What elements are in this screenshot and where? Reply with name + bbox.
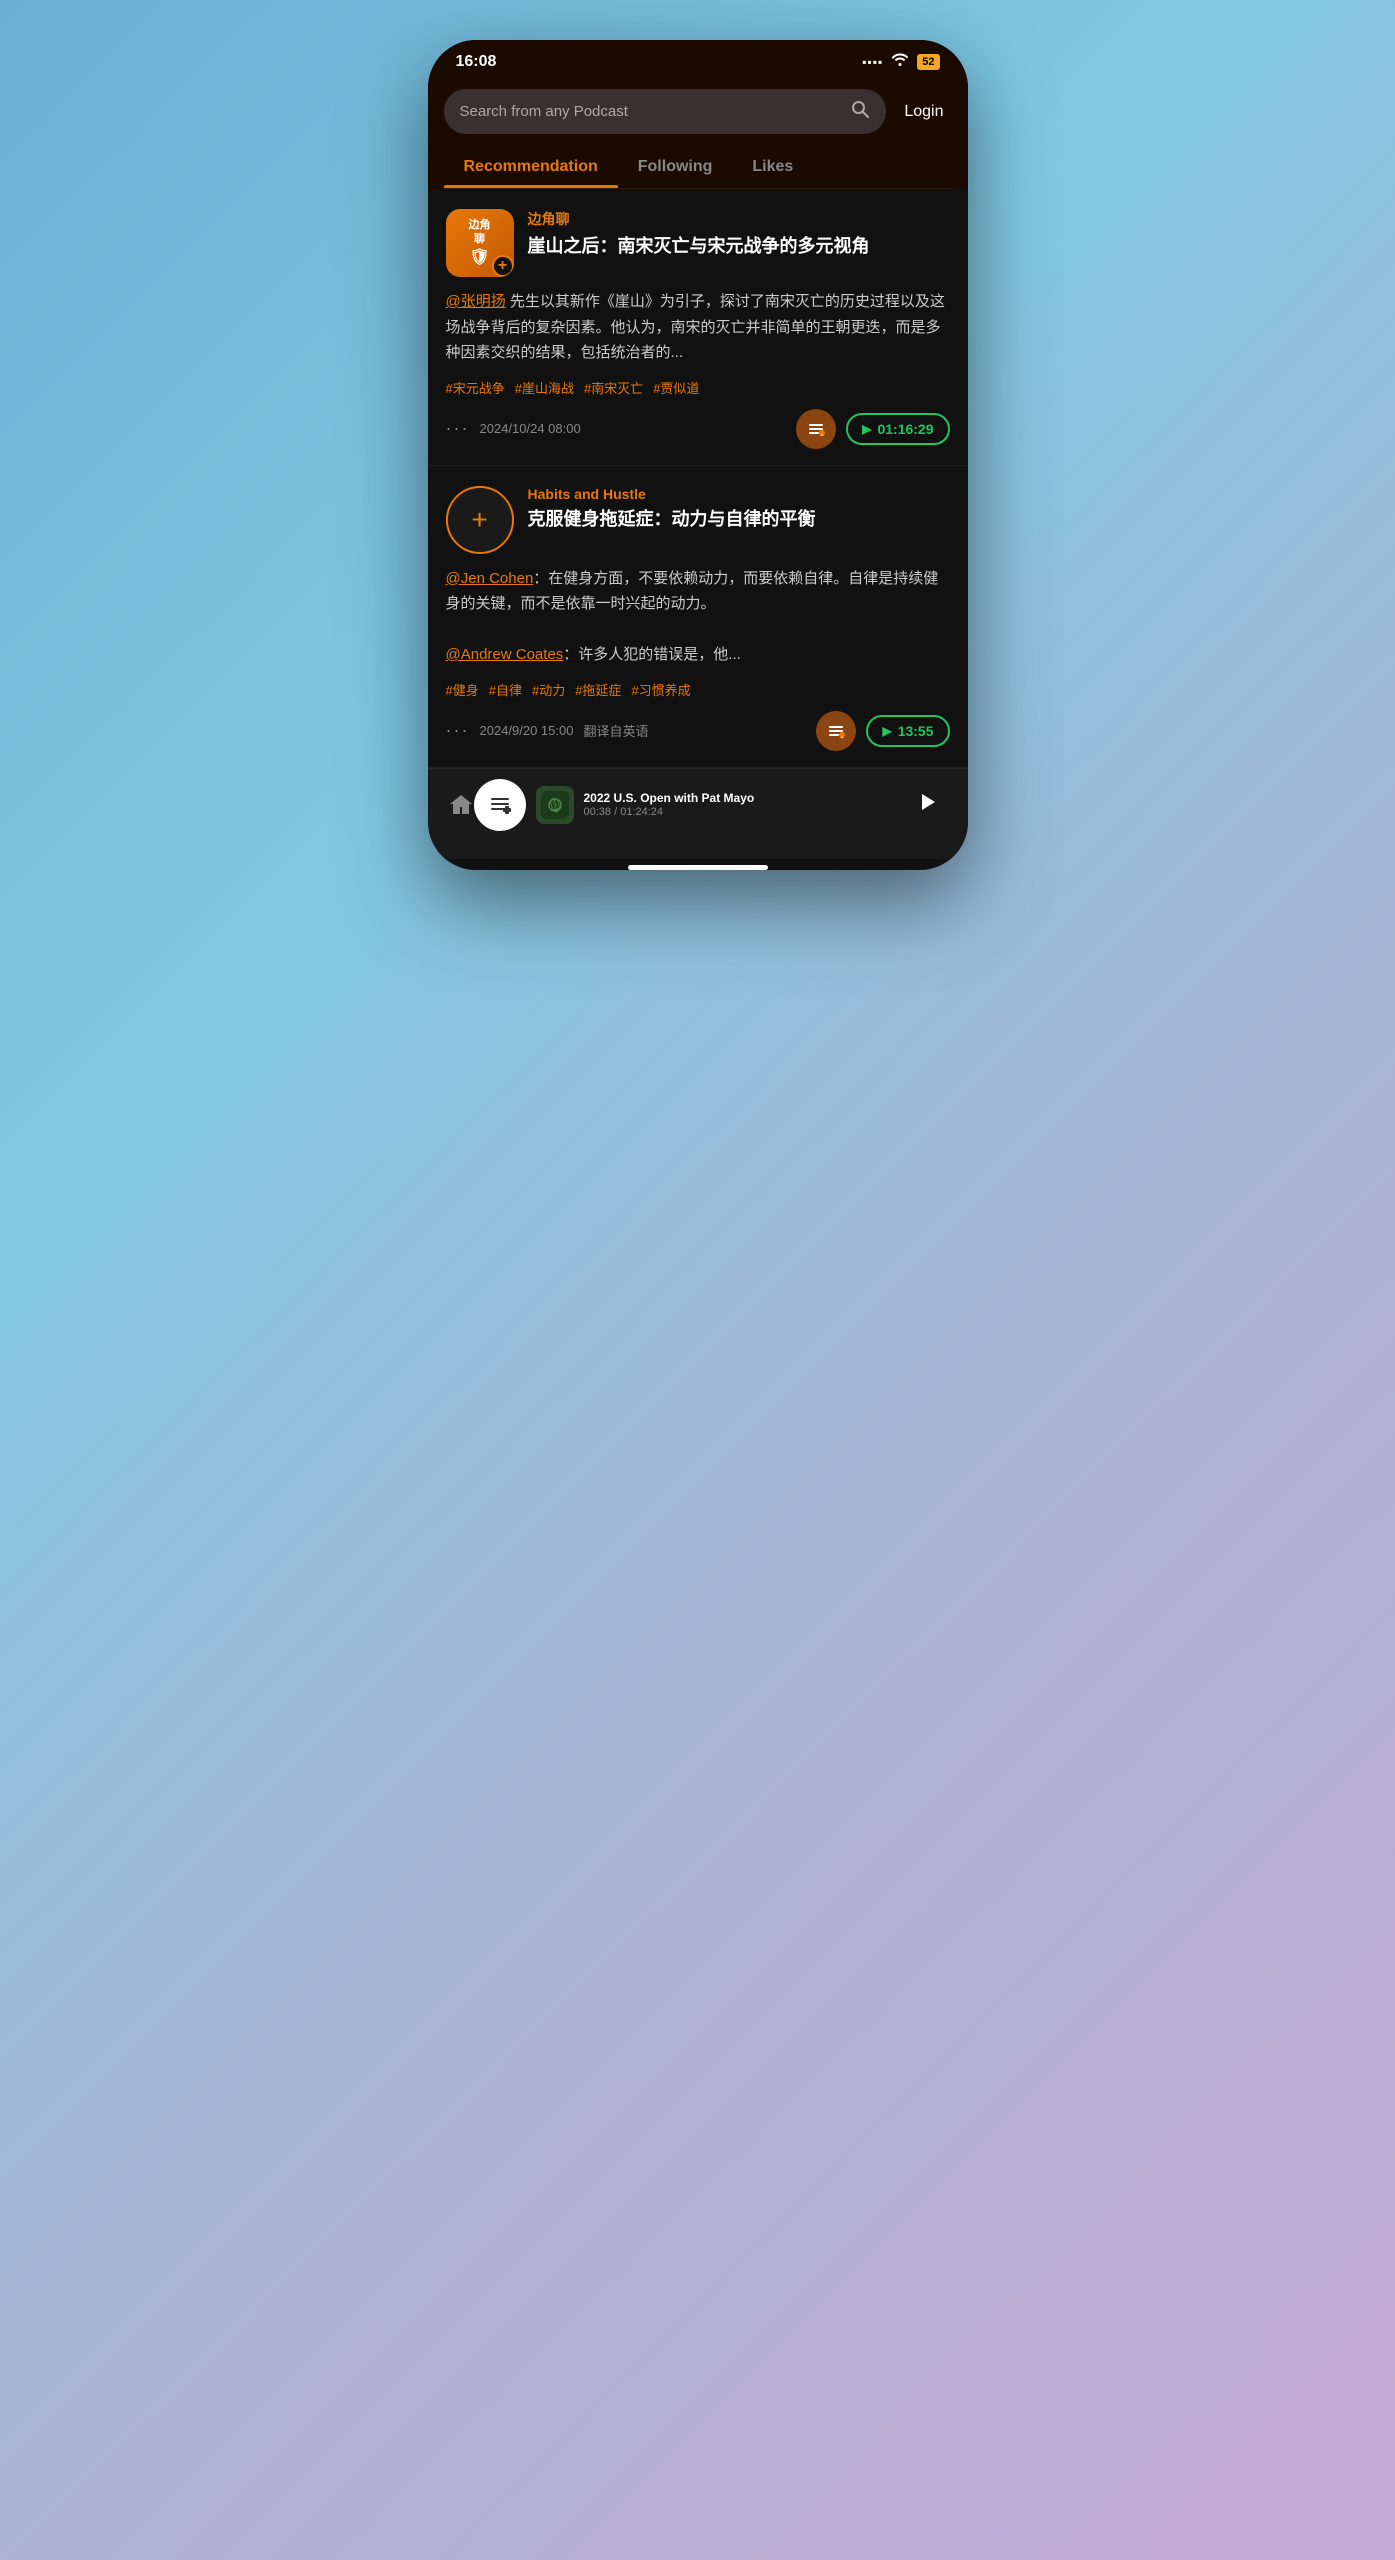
search-row: Search from any Podcast Login xyxy=(444,89,952,134)
search-placeholder: Search from any Podcast xyxy=(460,103,841,120)
home-indicator xyxy=(628,865,768,870)
search-bar[interactable]: Search from any Podcast xyxy=(444,89,887,134)
card-2-footer-left: ··· 2024/9/20 15:00 翻译自英语 xyxy=(446,720,649,741)
play-button-2[interactable]: ▶ 13:55 xyxy=(866,715,949,747)
svg-text:🎙: 🎙 xyxy=(546,797,564,813)
tag-1-2[interactable]: #崖山海战 xyxy=(515,378,574,397)
tag-1-1[interactable]: #宋元战争 xyxy=(446,378,505,397)
mention-1[interactable]: @张明扬 xyxy=(446,293,506,310)
time-display: 16:08 xyxy=(456,53,497,71)
tag-2-4[interactable]: #拖延症 xyxy=(575,680,621,699)
app-header: Search from any Podcast Login Recommenda… xyxy=(428,79,968,189)
tab-likes[interactable]: Likes xyxy=(732,148,813,188)
play-button-1[interactable]: ▶ 01:16:29 xyxy=(846,413,949,445)
translate-label-2: 翻译自英语 xyxy=(583,721,648,740)
card-1-footer-right: + ▶ 01:16:29 xyxy=(796,409,949,449)
tags-1: #宋元战争 #崖山海战 #南宋灭亡 #贾似道 xyxy=(446,378,950,397)
more-options-1[interactable]: ··· xyxy=(446,418,470,439)
content-area: 边角 聊 🛡 + 边角聊 崖山之后：南宋灭亡与宋元战争的多元视角 @张明扬 先生… xyxy=(428,189,968,768)
timestamp-1: 2024/10/24 08:00 xyxy=(479,421,580,436)
search-icon[interactable] xyxy=(850,99,870,124)
podcast-card-1: 边角 聊 🛡 + 边角聊 崖山之后：南宋灭亡与宋元战争的多元视角 @张明扬 先生… xyxy=(428,189,968,466)
tag-1-4[interactable]: #贾似道 xyxy=(653,378,699,397)
add-queue-1[interactable]: + xyxy=(796,409,836,449)
nav-library-button[interactable] xyxy=(474,779,526,831)
wifi-icon xyxy=(891,52,909,71)
duration-1: 01:16:29 xyxy=(877,421,933,437)
tags-2: #健身 #自律 #动力 #拖延症 #习惯养成 xyxy=(446,680,950,699)
card-2-footer-right: + ▶ 13:55 xyxy=(816,711,949,751)
status-bar: 16:08 ▪▪▪▪ 52 xyxy=(428,40,968,79)
card-2-info: Habits and Hustle 克服健身拖延症：动力与自律的平衡 xyxy=(528,486,950,532)
now-playing-thumb: 🎙 xyxy=(536,786,574,824)
play-icon-2: ▶ xyxy=(882,724,891,738)
now-playing-info: 2022 U.S. Open with Pat Mayo 00:38 / 01:… xyxy=(584,791,906,819)
tag-2-5[interactable]: #习惯养成 xyxy=(631,680,690,699)
episode-1-desc: @张明扬 先生以其新作《崖山》为引子，探讨了南宋灭亡的历史过程以及这场战争背后的… xyxy=(446,289,950,366)
timestamp-2: 2024/9/20 15:00 xyxy=(479,723,573,738)
episode-2-title: 克服健身拖延症：动力与自律的平衡 xyxy=(528,507,950,532)
card-1-info: 边角聊 崖山之后：南宋灭亡与宋元战争的多元视角 xyxy=(528,209,950,259)
podcast-1-thumb[interactable]: 边角 聊 🛡 + xyxy=(446,209,514,277)
podcast-card-2: + Habits and Hustle 克服健身拖延症：动力与自律的平衡 @Je… xyxy=(428,466,968,768)
now-playing-bar[interactable]: 🎙 2022 U.S. Open with Pat Mayo 00:38 / 0… xyxy=(526,786,948,824)
tab-following[interactable]: Following xyxy=(618,148,733,188)
subscribe-plus-badge[interactable]: + xyxy=(492,255,514,277)
svg-text:+: + xyxy=(821,433,824,438)
nav-home-button[interactable] xyxy=(448,792,474,818)
episode-2-desc: @Jen Cohen：在健身方面，不要依赖动力，而要依赖自律。自律是持续健身的关… xyxy=(446,566,950,668)
card-1-footer-left: ··· 2024/10/24 08:00 xyxy=(446,418,581,439)
podcast-2-source: Habits and Hustle xyxy=(528,486,950,502)
login-button[interactable]: Login xyxy=(896,99,951,125)
card-1-footer: ··· 2024/10/24 08:00 + ▶ xyxy=(446,409,950,449)
tag-2-2[interactable]: #自律 xyxy=(489,680,522,699)
podcast-1-source: 边角聊 xyxy=(528,209,950,229)
card-2-header: + Habits and Hustle 克服健身拖延症：动力与自律的平衡 xyxy=(446,486,950,554)
podcast-2-thumb[interactable]: + xyxy=(446,486,514,554)
now-playing-time: 00:38 / 01:24:24 xyxy=(584,806,906,818)
now-playing-play-button[interactable] xyxy=(916,791,938,819)
phone-frame: 16:08 ▪▪▪▪ 52 Search from any Podcast xyxy=(428,40,968,870)
mention-2-2[interactable]: @Andrew Coates xyxy=(446,646,564,663)
status-icons: ▪▪▪▪ 52 xyxy=(862,52,939,71)
bottom-nav: 🎙 2022 U.S. Open with Pat Mayo 00:38 / 0… xyxy=(428,768,968,859)
mention-2-1[interactable]: @Jen Cohen xyxy=(446,570,534,587)
add-queue-2[interactable]: + xyxy=(816,711,856,751)
tag-2-3[interactable]: #动力 xyxy=(532,680,565,699)
now-playing-title: 2022 U.S. Open with Pat Mayo xyxy=(584,791,906,807)
svg-text:+: + xyxy=(841,735,844,740)
tab-bar: Recommendation Following Likes xyxy=(444,148,952,189)
battery-display: 52 xyxy=(917,54,939,70)
card-1-header: 边角 聊 🛡 + 边角聊 崖山之后：南宋灭亡与宋元战争的多元视角 xyxy=(446,209,950,277)
tag-1-3[interactable]: #南宋灭亡 xyxy=(584,378,643,397)
episode-1-title: 崖山之后：南宋灭亡与宋元战争的多元视角 xyxy=(528,234,950,259)
duration-2: 13:55 xyxy=(898,723,934,739)
play-icon-1: ▶ xyxy=(862,422,871,436)
tag-2-1[interactable]: #健身 xyxy=(446,680,479,699)
signal-icon: ▪▪▪▪ xyxy=(862,55,883,69)
tab-recommendation[interactable]: Recommendation xyxy=(444,148,618,188)
more-options-2[interactable]: ··· xyxy=(446,720,470,741)
card-2-footer: ··· 2024/9/20 15:00 翻译自英语 + xyxy=(446,711,950,751)
